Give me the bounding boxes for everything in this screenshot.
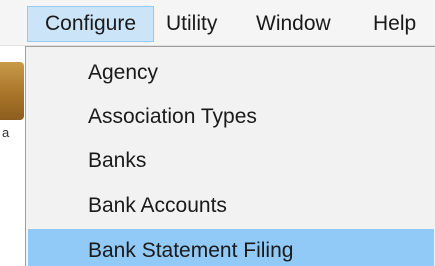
menu-item-association-types[interactable]: Association Types xyxy=(28,95,434,139)
menu-window[interactable]: Window xyxy=(256,6,331,42)
menu-utility[interactable]: Utility xyxy=(166,6,217,42)
menu-item-banks[interactable]: Banks xyxy=(28,139,434,183)
menu-configure[interactable]: Configure xyxy=(27,6,154,42)
background-app-text: a xyxy=(0,120,14,146)
menu-bar: Configure Utility Window Help xyxy=(0,0,435,46)
menu-help[interactable]: Help xyxy=(373,6,416,42)
menu-item-bank-accounts[interactable]: Bank Accounts xyxy=(28,184,434,228)
menu-item-bank-statement-filing[interactable]: Bank Statement Filing xyxy=(28,229,434,266)
app-icon xyxy=(0,62,24,120)
configure-dropdown-menu: Agency Association Types Banks Bank Acco… xyxy=(25,46,435,266)
menu-item-agency[interactable]: Agency xyxy=(28,51,434,95)
application-window: a Configure Utility Window Help Agency A… xyxy=(0,0,435,266)
